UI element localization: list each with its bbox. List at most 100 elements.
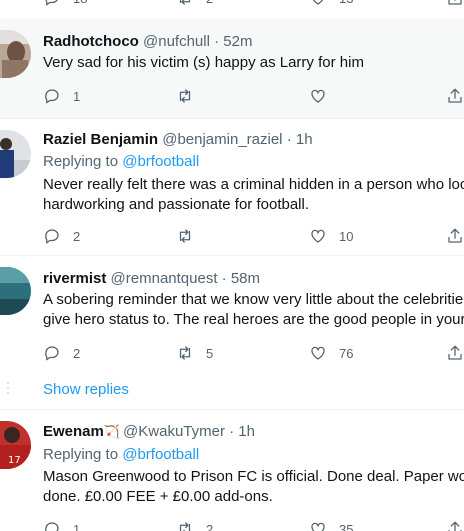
- tweet-header: rivermist @remnantquest · 58m: [43, 270, 260, 287]
- like-icon: [311, 229, 325, 243]
- avatar[interactable]: 17: [0, 421, 31, 469]
- bow-arrow-emoji-icon: 🏹: [103, 424, 121, 439]
- tweet-text-line: A sobering reminder that we know very li…: [43, 291, 464, 308]
- tweet-header: Raziel Benjamin @benjamin_raziel · 1h: [43, 131, 313, 148]
- share-button[interactable]: [446, 519, 464, 531]
- avatar[interactable]: [0, 30, 31, 78]
- reply-icon: [45, 229, 59, 244]
- show-replies-link[interactable]: Show replies: [43, 381, 129, 398]
- replying-to: Replying to @brfootball: [43, 446, 199, 463]
- reply-count: 18: [73, 0, 87, 6]
- reply-icon: [45, 346, 59, 361]
- reply-icon: [45, 0, 58, 6]
- reply-icon: [45, 89, 59, 104]
- replying-to-link[interactable]: @brfootball: [122, 446, 199, 463]
- like-button[interactable]: 13: [309, 0, 353, 8]
- retweet-button[interactable]: [176, 226, 206, 246]
- tweet-text: Never really felt there was a criminal h…: [43, 175, 464, 215]
- retweet-icon: [179, 229, 191, 243]
- tweet-text: Very sad for his victim (s) happy as Lar…: [43, 53, 364, 73]
- replying-to-label: Replying to: [43, 153, 119, 170]
- avatar[interactable]: [0, 130, 31, 178]
- like-icon: [311, 346, 325, 360]
- tweet-header: Ewenam🏹 @KwakuTymer · 1h: [43, 423, 255, 440]
- like-button[interactable]: 76: [309, 343, 353, 363]
- reply-button[interactable]: 2: [43, 343, 80, 363]
- retweet-button[interactable]: 5: [176, 343, 213, 363]
- share-button[interactable]: [446, 226, 464, 246]
- retweet-icon: [179, 346, 191, 360]
- tweet-text-line: Very sad for his victim (s) happy as Lar…: [43, 54, 364, 71]
- dot-separator: ·: [229, 423, 235, 440]
- timestamp[interactable]: 1h: [238, 423, 255, 440]
- user-handle[interactable]: @benjamin_raziel: [162, 131, 282, 148]
- retweet-button[interactable]: 2: [176, 519, 213, 531]
- reply-button[interactable]: 1: [43, 86, 80, 106]
- like-count: 35: [339, 521, 354, 531]
- tweet[interactable]: Raziel Benjamin @benjamin_raziel · 1h Re…: [0, 119, 464, 255]
- tweet-partial-top: 18 2 13: [0, 0, 464, 18]
- tweet-header: Radhotchoco @nufchull · 52m: [43, 33, 252, 50]
- retweet-count: 5: [206, 345, 214, 361]
- reply-icon: [45, 522, 59, 531]
- display-name[interactable]: Ewenam: [43, 423, 104, 440]
- display-name[interactable]: Radhotchoco: [43, 33, 139, 50]
- dot-separator: ·: [221, 270, 227, 287]
- dot-separator: ·: [214, 33, 220, 50]
- like-icon: [311, 522, 325, 531]
- reply-button[interactable]: 2: [43, 226, 80, 246]
- tweet-text: A sobering reminder that we know very li…: [43, 290, 464, 330]
- share-icon: [448, 228, 462, 243]
- timestamp[interactable]: 52m: [223, 33, 252, 50]
- like-button[interactable]: 35: [309, 519, 353, 531]
- reply-count: 2: [73, 345, 81, 361]
- replying-to: Replying to @brfootball: [43, 153, 199, 170]
- retweet-count: 2: [206, 0, 213, 6]
- share-icon: [448, 0, 462, 5]
- like-icon: [311, 89, 325, 103]
- tweet-text-line: Never really felt there was a criminal h…: [43, 176, 464, 193]
- tweet-text-line: hardworking and passionate for football.: [43, 196, 310, 213]
- user-handle[interactable]: @KwakuTymer: [123, 423, 225, 440]
- reply-count: 1: [73, 88, 81, 104]
- replying-to-link[interactable]: @brfootball: [122, 153, 199, 170]
- user-handle[interactable]: @remnantquest: [111, 270, 218, 287]
- retweet-button[interactable]: 2: [176, 0, 213, 8]
- tweet-text-line: give hero status to. The real heroes are…: [43, 311, 464, 328]
- reply-button[interactable]: 1: [43, 519, 80, 531]
- retweet-button[interactable]: [176, 86, 206, 106]
- share-button[interactable]: [446, 343, 464, 363]
- share-icon: [448, 345, 462, 360]
- share-button[interactable]: [446, 0, 464, 8]
- avatar[interactable]: [0, 267, 31, 315]
- svg-text:17: 17: [8, 455, 21, 466]
- reply-count: 1: [73, 521, 81, 531]
- retweet-icon: [179, 0, 191, 5]
- share-button[interactable]: [446, 86, 464, 106]
- timestamp[interactable]: 58m: [231, 270, 260, 287]
- tweet-text-line: done. £0.00 FEE + £0.00 add-ons.: [43, 488, 273, 505]
- reply-count: 2: [73, 228, 81, 244]
- reply-button[interactable]: 18: [43, 0, 87, 8]
- display-name[interactable]: Raziel Benjamin: [43, 131, 158, 148]
- like-icon: [312, 0, 324, 5]
- like-count: 10: [339, 228, 354, 244]
- replying-to-label: Replying to: [43, 446, 119, 463]
- retweet-icon: [179, 522, 191, 531]
- timestamp[interactable]: 1h: [296, 131, 313, 148]
- like-count: 76: [339, 345, 354, 361]
- user-handle[interactable]: @nufchull: [143, 33, 210, 50]
- tweet-text: Mason Greenwood to Prison FC is official…: [43, 467, 464, 507]
- dot-separator: ·: [286, 131, 292, 148]
- tweet-text-line: Mason Greenwood to Prison FC is official…: [43, 468, 464, 485]
- like-button[interactable]: [309, 86, 339, 106]
- display-name[interactable]: rivermist: [43, 270, 106, 287]
- tweet[interactable]: Radhotchoco @nufchull · 52m Very sad for…: [0, 18, 464, 118]
- tweet[interactable]: 17 Ewenam🏹 @KwakuTymer · 1h Replying to …: [0, 410, 464, 531]
- share-icon: [448, 88, 462, 103]
- like-button[interactable]: 10: [309, 226, 353, 246]
- retweet-icon: [179, 89, 191, 103]
- tweet[interactable]: rivermist @remnantquest · 58m A sobering…: [0, 256, 464, 368]
- like-count: 13: [339, 0, 353, 6]
- thread-continuation-dots: [7, 382, 9, 397]
